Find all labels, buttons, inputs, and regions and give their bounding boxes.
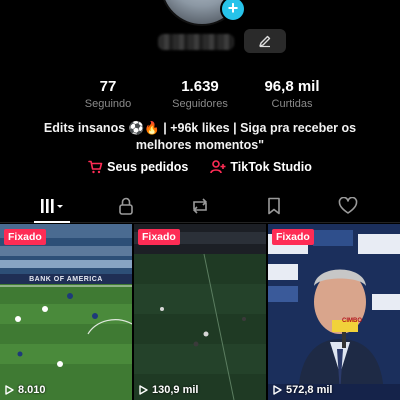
video-grid: BANK OF AMERICA Fixado 8.010 Fixado 130,… — [0, 224, 400, 400]
user-plus-icon — [210, 160, 226, 174]
orders-link[interactable]: Seus pedidos — [88, 160, 188, 174]
play-icon — [273, 385, 282, 395]
tab-reposts[interactable] — [178, 190, 222, 222]
view-count-value: 130,9 mil — [152, 384, 199, 396]
profile-tabs — [0, 190, 400, 223]
edit-profile-button[interactable] — [244, 29, 286, 53]
microphone-sign: CIMBO — [342, 318, 362, 324]
likes-label: Curtidas — [271, 98, 313, 110]
followers-count: 1.639 — [181, 78, 219, 95]
view-count-value: 572,8 mil — [286, 384, 333, 396]
profile-links: Seus pedidos TikTok Studio — [0, 160, 400, 174]
username: username — [158, 34, 234, 50]
pencil-icon — [259, 35, 271, 48]
tab-videos[interactable] — [30, 190, 74, 222]
play-icon — [5, 385, 14, 395]
play-icon — [139, 385, 148, 395]
studio-label: TikTok Studio — [230, 160, 312, 174]
following-count: 77 — [99, 78, 117, 95]
view-count: 130,9 mil — [139, 384, 198, 396]
stadium-banner: BANK OF AMERICA — [29, 276, 103, 283]
followers-label: Seguidores — [172, 98, 228, 110]
video-thumbnail — [134, 224, 266, 400]
view-count: 572,8 mil — [273, 384, 332, 396]
video-thumbnail — [0, 224, 132, 400]
studio-link[interactable]: TikTok Studio — [210, 160, 312, 174]
video-tile[interactable]: CIMBO Fixado 572,8 mil — [268, 224, 400, 400]
add-avatar-icon[interactable]: + — [220, 0, 246, 22]
active-tab-indicator — [34, 221, 70, 223]
stat-followers[interactable]: 1.639 Seguidores — [154, 78, 246, 110]
grid-menu-icon — [41, 199, 63, 213]
video-thumbnail — [268, 224, 400, 400]
view-count-value: 8.010 — [18, 384, 46, 396]
stat-following[interactable]: 77 Seguindo — [62, 78, 154, 110]
orders-label: Seus pedidos — [107, 160, 189, 174]
pinned-badge: Fixado — [4, 229, 46, 245]
profile-stats: 77 Seguindo 1.639 Seguidores 96,8 mil Cu… — [0, 78, 400, 110]
following-label: Seguindo — [84, 98, 132, 110]
tab-liked[interactable] — [326, 190, 370, 222]
heart-icon — [338, 197, 358, 214]
tab-private[interactable] — [104, 190, 148, 222]
likes-count: 96,8 mil — [264, 78, 320, 95]
stat-likes[interactable]: 96,8 mil Curtidas — [246, 78, 338, 110]
cart-icon — [88, 160, 103, 174]
pinned-badge: Fixado — [272, 229, 314, 245]
video-tile[interactable]: Fixado 130,9 mil — [134, 224, 266, 400]
video-tile[interactable]: BANK OF AMERICA Fixado 8.010 — [0, 224, 132, 400]
lock-icon — [119, 197, 133, 215]
avatar-container[interactable]: + — [160, 0, 246, 26]
bookmark-icon — [268, 197, 280, 215]
tab-saved[interactable] — [252, 190, 296, 222]
repost-icon — [192, 198, 208, 214]
pinned-badge: Fixado — [138, 229, 180, 245]
profile-bio: Edits insanos ⚽🔥 | +96k likes | Siga pra… — [43, 121, 357, 152]
view-count: 8.010 — [5, 384, 46, 396]
